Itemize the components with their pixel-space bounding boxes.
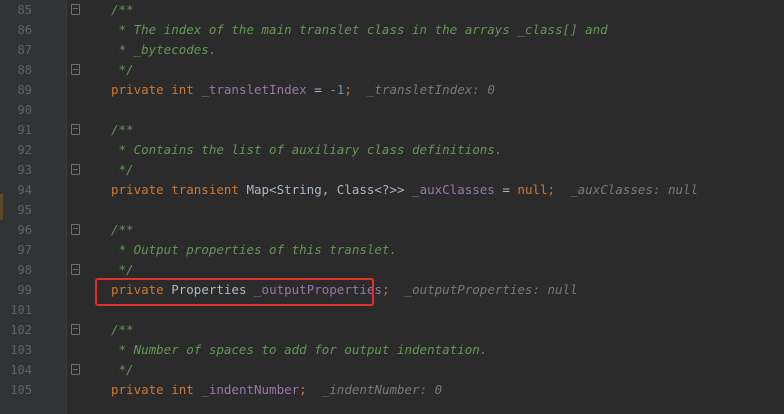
- doc-comment: * _bytecodes.: [111, 42, 217, 57]
- semicolon: ;: [299, 382, 307, 397]
- line-number: 88: [17, 63, 32, 77]
- line-number: 85: [17, 3, 32, 17]
- semicolon: ;: [381, 282, 390, 297]
- line-number: 104: [10, 363, 32, 377]
- fold-collapse-icon[interactable]: [71, 124, 80, 135]
- fold-end-icon[interactable]: [71, 264, 80, 275]
- line-number: 98: [17, 263, 32, 277]
- code-line[interactable]: 94 private transient Map<String, Class<?…: [0, 180, 784, 200]
- doc-comment: /**: [111, 222, 134, 237]
- line-number: 91: [17, 123, 32, 137]
- line-number: 105: [10, 383, 32, 397]
- doc-comment: /**: [111, 122, 134, 137]
- field-name: _transletIndex: [201, 82, 307, 97]
- code-line[interactable]: 101: [0, 300, 784, 320]
- keyword: private transient: [111, 182, 247, 197]
- code-line[interactable]: 89 private int _transletIndex = -1; _tra…: [0, 80, 784, 100]
- code-line[interactable]: 96 /**: [0, 220, 784, 240]
- keyword: private int: [111, 382, 202, 397]
- doc-comment: */: [111, 62, 134, 77]
- doc-comment: /**: [111, 322, 134, 337]
- line-number: 87: [17, 43, 32, 57]
- doc-comment: * Number of spaces to add for output ind…: [111, 342, 488, 357]
- line-number: 101: [10, 303, 32, 317]
- field-declaration: private int _transletIndex = -1; _transl…: [111, 80, 495, 100]
- number-literal: -1: [329, 82, 345, 97]
- doc-comment: * The index of the main translet class i…: [111, 22, 608, 37]
- code-line[interactable]: 98 */: [0, 260, 784, 280]
- inline-value-hint: _outputProperties: null: [404, 282, 578, 297]
- code-line[interactable]: 86 * The index of the main translet clas…: [0, 20, 784, 40]
- fold-end-icon[interactable]: [71, 164, 80, 175]
- fold-end-icon[interactable]: [71, 364, 80, 375]
- fold-collapse-icon[interactable]: [71, 4, 80, 15]
- line-number: 86: [17, 23, 32, 37]
- inline-value-hint: _transletIndex: 0: [366, 82, 495, 97]
- operator: =: [306, 82, 330, 97]
- code-line[interactable]: 90: [0, 100, 784, 120]
- fold-collapse-icon[interactable]: [71, 224, 80, 235]
- code-line[interactable]: 105 private int _indentNumber; _indentNu…: [0, 380, 784, 400]
- code-line[interactable]: 92 * Contains the list of auxiliary clas…: [0, 140, 784, 160]
- doc-comment: * Output properties of this translet.: [111, 242, 397, 257]
- doc-comment: */: [111, 262, 134, 277]
- doc-comment: /**: [111, 2, 134, 17]
- code-line[interactable]: 104 */: [0, 360, 784, 380]
- field-declaration: private int _indentNumber; _indentNumber…: [111, 380, 442, 400]
- code-line[interactable]: 102 /**: [0, 320, 784, 340]
- code-editor[interactable]: 85 /** 86 * The index of the main transl…: [0, 0, 784, 414]
- field-name: _indentNumber: [201, 382, 300, 397]
- inline-value-hint: _auxClasses: null: [570, 182, 699, 197]
- semicolon: ;: [547, 182, 556, 197]
- line-number: 97: [17, 243, 32, 257]
- field-name: _auxClasses: [412, 182, 495, 197]
- code-line[interactable]: 103 * Number of spaces to add for output…: [0, 340, 784, 360]
- code-line[interactable]: 88 */: [0, 60, 784, 80]
- semicolon: ;: [344, 82, 352, 97]
- line-number: 94: [17, 183, 32, 197]
- fold-collapse-icon[interactable]: [71, 324, 80, 335]
- line-number: 96: [17, 223, 32, 237]
- line-number: 93: [17, 163, 32, 177]
- line-number: 92: [17, 143, 32, 157]
- doc-comment: */: [111, 362, 134, 377]
- line-number: 103: [10, 343, 32, 357]
- null-literal: null: [517, 182, 548, 197]
- code-line[interactable]: 87 * _bytecodes.: [0, 40, 784, 60]
- doc-comment: * Contains the list of auxiliary class d…: [111, 142, 503, 157]
- line-number: 90: [17, 103, 32, 117]
- line-number: 89: [17, 83, 32, 97]
- operator: =: [494, 182, 518, 197]
- line-number: 95: [17, 203, 32, 217]
- code-line[interactable]: 95: [0, 200, 784, 220]
- doc-comment: */: [111, 162, 134, 177]
- line-number: 102: [10, 323, 32, 337]
- keyword: private int: [111, 82, 202, 97]
- code-line[interactable]: 85 /**: [0, 0, 784, 20]
- inline-value-hint: _indentNumber: 0: [321, 382, 443, 397]
- fold-end-icon[interactable]: [71, 64, 80, 75]
- code-line[interactable]: 97 * Output properties of this translet.: [0, 240, 784, 260]
- line-number: 99: [17, 283, 32, 297]
- type-name: Map<String, Class<?>>: [246, 182, 413, 197]
- field-declaration: private transient Map<String, Class<?>> …: [111, 180, 698, 200]
- code-line[interactable]: 93 */: [0, 160, 784, 180]
- code-line[interactable]: 91 /**: [0, 120, 784, 140]
